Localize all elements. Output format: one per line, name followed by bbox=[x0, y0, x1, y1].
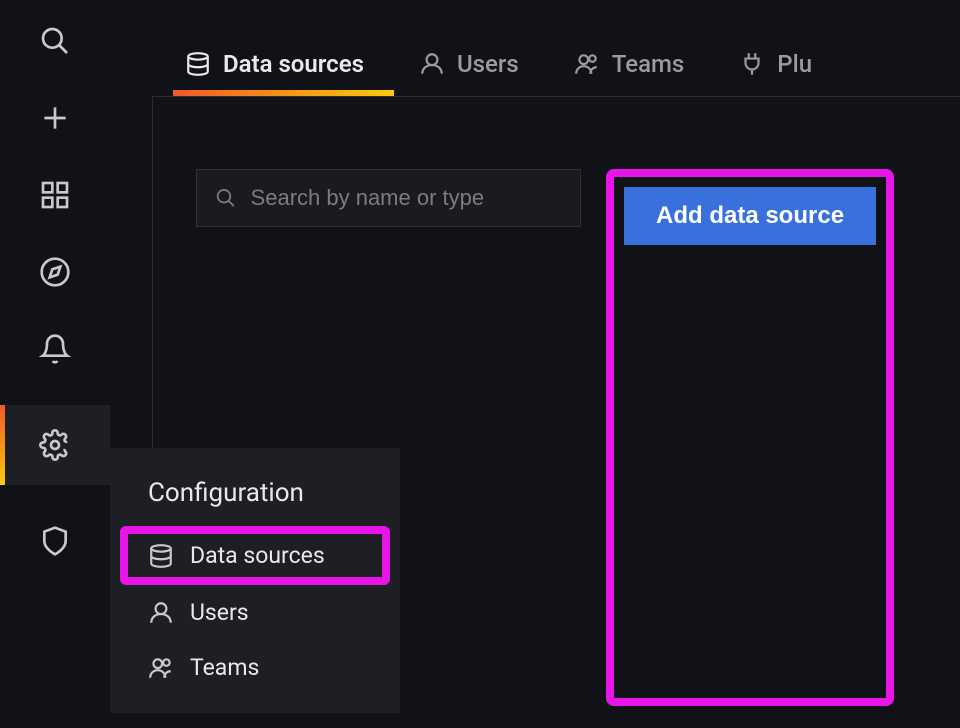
plug-icon bbox=[739, 51, 765, 77]
flyout-item-label: Data sources bbox=[190, 542, 325, 569]
tab-users[interactable]: Users bbox=[419, 50, 519, 93]
sidebar-item-admin[interactable] bbox=[34, 520, 76, 562]
team-icon bbox=[574, 51, 600, 77]
search-icon bbox=[215, 186, 237, 210]
sidebar-item-dashboards[interactable] bbox=[34, 174, 76, 216]
tab-label: Users bbox=[457, 50, 519, 78]
flyout-item-users[interactable]: Users bbox=[110, 585, 400, 640]
sidebar-item-alerting[interactable] bbox=[34, 328, 76, 370]
tab-label: Data sources bbox=[223, 50, 364, 78]
configuration-flyout: Configuration Data sources Users Teams bbox=[110, 448, 400, 713]
flyout-item-label: Users bbox=[190, 599, 249, 626]
sidebar-item-search[interactable] bbox=[34, 20, 76, 62]
sidebar-item-configuration[interactable] bbox=[0, 405, 110, 485]
highlight-add-button: Add data source bbox=[606, 169, 894, 706]
sidebar bbox=[0, 0, 110, 728]
plus-icon bbox=[39, 102, 71, 134]
shield-icon bbox=[39, 525, 71, 557]
team-icon bbox=[148, 655, 174, 681]
active-indicator bbox=[0, 405, 5, 485]
flyout-title: Configuration bbox=[110, 470, 400, 526]
user-icon bbox=[419, 51, 445, 77]
tab-data-sources[interactable]: Data sources bbox=[185, 50, 364, 93]
compass-icon bbox=[39, 256, 71, 288]
database-icon bbox=[148, 543, 174, 569]
flyout-item-label: Teams bbox=[190, 654, 259, 681]
add-data-source-button[interactable]: Add data source bbox=[624, 187, 876, 245]
tab-label: Teams bbox=[612, 50, 685, 78]
user-icon bbox=[148, 600, 174, 626]
search-icon bbox=[39, 25, 71, 57]
tab-plugins[interactable]: Plu bbox=[739, 50, 812, 93]
search-box[interactable] bbox=[196, 169, 581, 227]
database-icon bbox=[185, 51, 211, 77]
flyout-item-teams[interactable]: Teams bbox=[110, 640, 400, 695]
bell-icon bbox=[39, 333, 71, 365]
sidebar-item-explore[interactable] bbox=[34, 251, 76, 293]
tabs: Data sources Users Teams Plu bbox=[110, 0, 960, 93]
tab-label: Plu bbox=[777, 50, 812, 78]
tab-teams[interactable]: Teams bbox=[574, 50, 685, 93]
sidebar-item-create[interactable] bbox=[34, 97, 76, 139]
search-input[interactable] bbox=[251, 185, 562, 211]
grid-icon bbox=[39, 179, 71, 211]
gear-icon bbox=[39, 429, 71, 461]
flyout-item-data-sources[interactable]: Data sources bbox=[120, 526, 390, 585]
tab-underline bbox=[173, 90, 394, 96]
